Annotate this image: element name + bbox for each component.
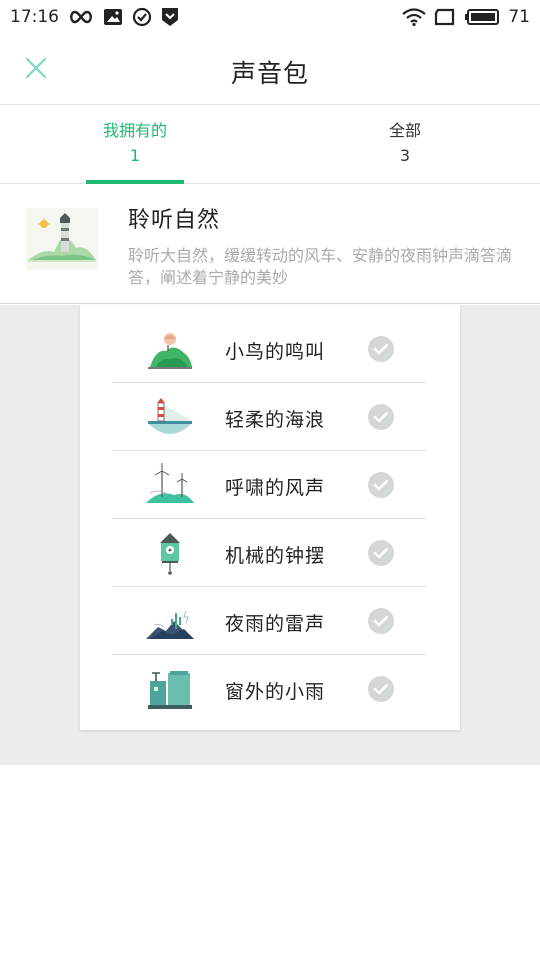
check-circle-icon: [132, 7, 152, 27]
check-icon[interactable]: [368, 404, 394, 430]
check-icon[interactable]: [368, 676, 394, 702]
page-title: 声音包: [230, 59, 309, 88]
tab-all-count: 3: [399, 146, 411, 165]
sound-label: 小鸟的鸣叫: [225, 341, 326, 363]
battery-icon: [464, 8, 500, 26]
check-icon[interactable]: [368, 336, 394, 362]
tab-owned-label: 我拥有的: [102, 121, 167, 140]
header: 声音包: [0, 34, 540, 105]
sound-item-bird[interactable]: 小鸟的鸣叫: [112, 315, 427, 383]
check-icon[interactable]: [368, 608, 394, 634]
bird-hill-icon: [146, 327, 194, 371]
check-icon[interactable]: [368, 540, 394, 566]
wifi-icon: [402, 8, 427, 26]
battery-level: 71: [508, 7, 530, 27]
pack-title: 聆听自然: [128, 208, 221, 233]
sound-label: 呼啸的风声: [225, 477, 326, 499]
shield-icon: [161, 7, 179, 27]
tab-owned[interactable]: 我拥有的 1: [0, 106, 270, 184]
status-left: 17:16: [10, 7, 179, 27]
windmill-icon: [146, 463, 194, 507]
sound-list: 小鸟的鸣叫 轻柔的海浪 呼啸的风声 机械的钟摆 夜雨的雷声 窗外的小雨: [112, 315, 427, 723]
tab-all[interactable]: 全部 3: [270, 106, 540, 183]
status-bar: 17:16 71: [0, 0, 540, 34]
sound-pack[interactable]: 聆听自然 聆听大自然，缓缓转动的风车、安静的夜雨钟声滴答滴答，阐述着宁静的美妙: [0, 184, 540, 304]
infinity-icon: [68, 10, 94, 24]
sound-label: 夜雨的雷声: [225, 613, 326, 635]
night-mountain-icon: [146, 599, 194, 643]
sound-item-thunder[interactable]: 夜雨的雷声: [112, 587, 427, 655]
sound-label: 机械的钟摆: [225, 545, 326, 567]
sound-label: 窗外的小雨: [225, 681, 326, 703]
screen-rotate-icon: [434, 8, 456, 26]
rainy-building-icon: [146, 667, 194, 711]
lighthouse-landscape-icon: [26, 208, 98, 270]
sound-item-waves[interactable]: 轻柔的海浪: [112, 383, 427, 451]
sound-list-card: 小鸟的鸣叫 轻柔的海浪 呼啸的风声 机械的钟摆 夜雨的雷声 窗外的小雨: [80, 305, 460, 730]
status-right: 71: [402, 7, 530, 27]
sound-item-wind[interactable]: 呼啸的风声: [112, 451, 427, 519]
pack-description: 聆听大自然，缓缓转动的风车、安静的夜雨钟声滴答滴答，阐述着宁静的美妙: [128, 246, 513, 287]
check-icon[interactable]: [368, 472, 394, 498]
status-time: 17:16: [10, 7, 59, 27]
tab-all-label: 全部: [388, 121, 421, 140]
sound-item-pendulum[interactable]: 机械的钟摆: [112, 519, 427, 587]
tab-bar: 我拥有的 1 全部 3: [0, 106, 540, 184]
lighthouse-sea-icon: [146, 395, 194, 439]
tab-owned-count: 1: [129, 146, 141, 165]
cuckoo-clock-icon: [146, 531, 194, 575]
sound-item-rain[interactable]: 窗外的小雨: [112, 655, 427, 723]
image-notification-icon: [103, 8, 123, 26]
sound-label: 轻柔的海浪: [225, 409, 326, 431]
